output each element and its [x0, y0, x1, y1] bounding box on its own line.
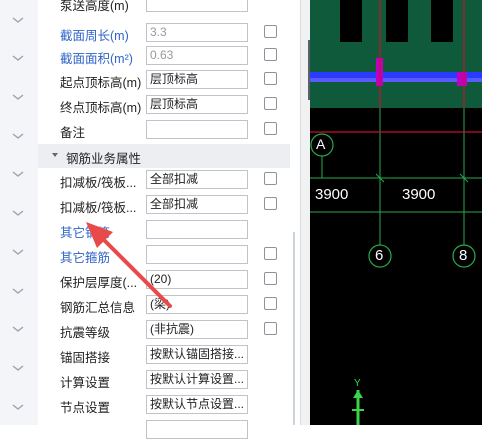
cad-viewport[interactable]: A 3900 3900 6 8 Y — [310, 0, 482, 425]
dimension-label: 3900 — [402, 186, 436, 203]
axis-label-6: 6 — [375, 247, 384, 264]
ucs-y-label: Y — [354, 378, 361, 389]
axis-label-a: A — [316, 136, 326, 152]
dimension-label: 3900 — [315, 186, 349, 203]
axis-label-8: 8 — [459, 247, 468, 264]
cad-drawing — [310, 0, 482, 425]
